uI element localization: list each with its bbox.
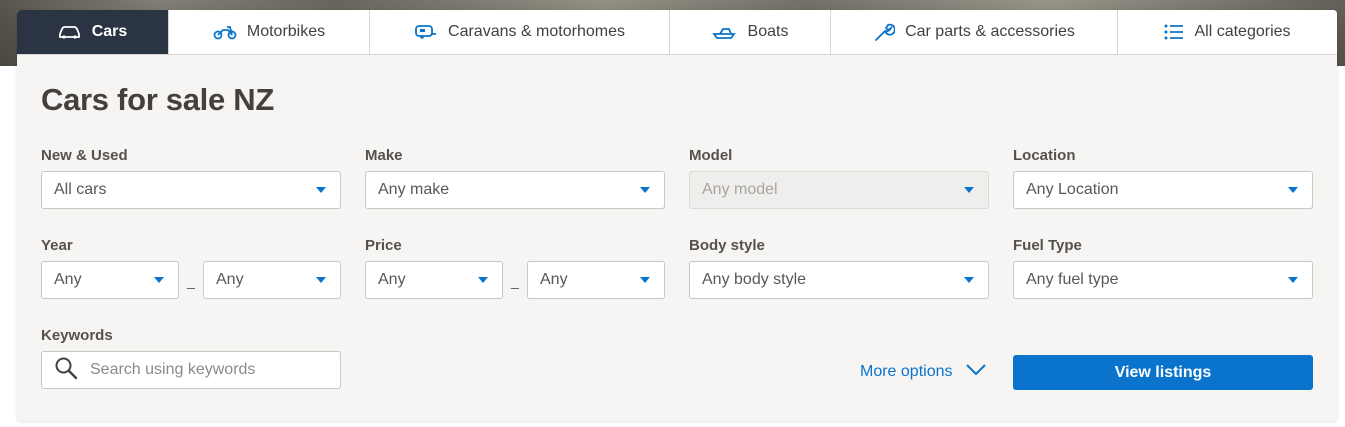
price-max-value: Any <box>540 271 568 288</box>
list-icon <box>1164 24 1184 40</box>
tab-all-categories[interactable]: All categories <box>1118 10 1337 54</box>
caravan-icon <box>414 24 438 40</box>
caret-down-icon <box>964 277 974 283</box>
new-used-value: All cars <box>54 181 107 198</box>
year-min-value: Any <box>54 271 82 288</box>
search-card: Cars Motorbikes Caravans & motorhomes Bo… <box>17 10 1337 421</box>
tab-label: Motorbikes <box>246 23 326 40</box>
tab-boats[interactable]: Boats <box>670 10 831 54</box>
location-value: Any Location <box>1026 181 1119 198</box>
body-style-label: Body style <box>689 237 765 254</box>
tab-label: Boats <box>747 23 789 40</box>
tab-label: Cars <box>91 23 128 40</box>
motorbike-icon <box>213 24 237 40</box>
tab-caravans[interactable]: Caravans & motorhomes <box>370 10 670 54</box>
tab-motorbikes[interactable]: Motorbikes <box>169 10 370 54</box>
chevron-down-icon <box>965 362 987 381</box>
year-min-select[interactable]: Any <box>41 261 179 299</box>
fuel-type-select[interactable]: Any fuel type <box>1013 261 1313 299</box>
caret-down-icon <box>964 187 974 193</box>
model-select[interactable]: Any model <box>689 171 989 209</box>
more-options-label: More options <box>860 362 953 380</box>
caret-down-icon <box>154 277 164 283</box>
keyword-search-box[interactable] <box>41 351 341 389</box>
more-options-link[interactable]: More options <box>860 362 987 381</box>
price-min-value: Any <box>378 271 406 288</box>
price-range-separator: _ <box>511 273 519 289</box>
caret-down-icon <box>316 277 326 283</box>
caret-down-icon <box>478 277 488 283</box>
price-min-select[interactable]: Any <box>365 261 503 299</box>
new-used-label: New & Used <box>41 147 128 164</box>
new-used-select[interactable]: All cars <box>41 171 341 209</box>
caret-down-icon <box>316 187 326 193</box>
make-value: Any make <box>378 181 450 198</box>
fuel-type-value: Any fuel type <box>1026 271 1119 288</box>
page-title: Cars for sale NZ <box>41 82 274 117</box>
search-icon <box>54 356 78 385</box>
tab-label: All categories <box>1194 23 1291 40</box>
tab-label: Caravans & motorhomes <box>448 23 625 40</box>
tab-cars[interactable]: Cars <box>17 10 169 54</box>
make-label: Make <box>365 147 403 164</box>
year-label: Year <box>41 237 73 254</box>
body-style-value: Any body style <box>702 271 807 288</box>
body-style-select[interactable]: Any body style <box>689 261 989 299</box>
boat-icon <box>711 25 738 39</box>
fuel-type-label: Fuel Type <box>1013 237 1082 254</box>
wrench-icon <box>873 21 896 43</box>
tab-car-parts[interactable]: Car parts & accessories <box>831 10 1118 54</box>
location-label: Location <box>1013 147 1076 164</box>
keywords-label: Keywords <box>41 327 113 344</box>
tab-label: Car parts & accessories <box>905 23 1075 40</box>
caret-down-icon <box>640 277 650 283</box>
year-range-separator: _ <box>187 273 195 289</box>
location-select[interactable]: Any Location <box>1013 171 1313 209</box>
year-max-select[interactable]: Any <box>203 261 341 299</box>
view-listings-button[interactable]: View listings <box>1013 355 1313 390</box>
caret-down-icon <box>640 187 650 193</box>
keyword-search-input[interactable] <box>90 361 310 379</box>
make-select[interactable]: Any make <box>365 171 665 209</box>
car-icon <box>58 25 82 39</box>
year-max-value: Any <box>216 271 244 288</box>
model-label: Model <box>689 147 733 164</box>
category-tabs: Cars Motorbikes Caravans & motorhomes Bo… <box>17 10 1337 55</box>
caret-down-icon <box>1288 277 1298 283</box>
model-value: Any model <box>702 181 778 198</box>
price-label: Price <box>365 237 402 254</box>
caret-down-icon <box>1288 187 1298 193</box>
price-max-select[interactable]: Any <box>527 261 665 299</box>
